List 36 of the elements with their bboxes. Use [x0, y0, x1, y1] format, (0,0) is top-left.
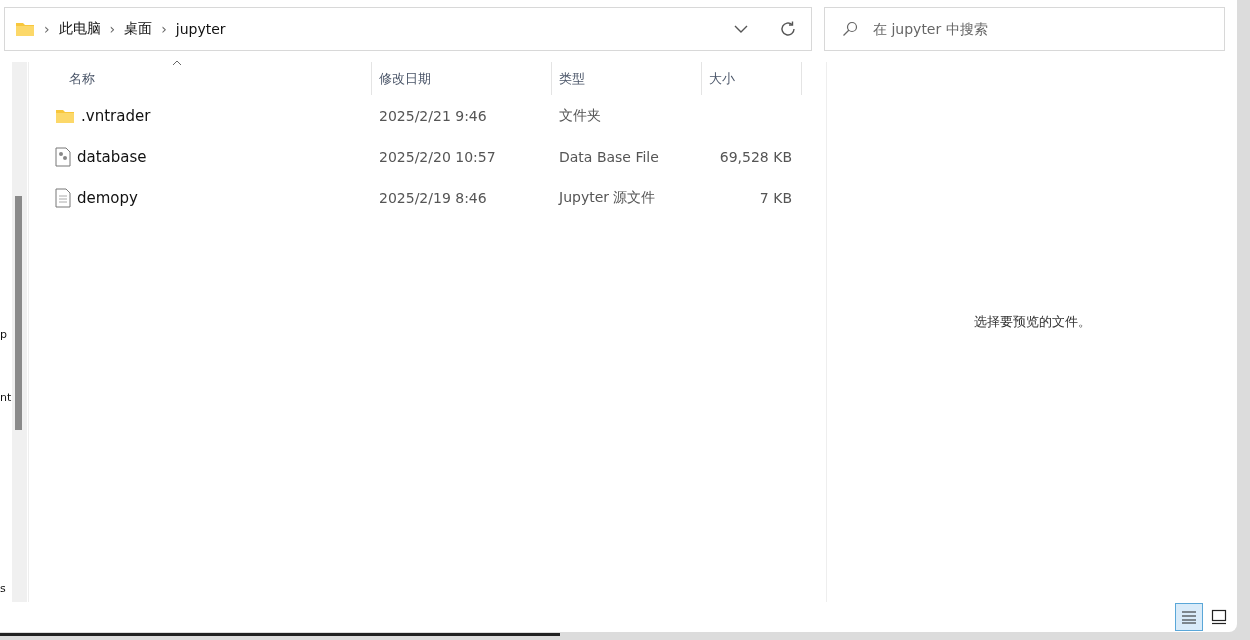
- folder-icon: [55, 107, 75, 124]
- scrollbar-thumb[interactable]: [15, 196, 22, 430]
- file-type: Jupyter 源文件: [559, 188, 656, 207]
- nav-item[interactable]: s: [0, 582, 6, 595]
- list-lines-icon: [1181, 610, 1197, 624]
- preview-message: 选择要预览的文件。: [973, 313, 1091, 331]
- file-type: Data Base File: [559, 148, 659, 165]
- breadcrumb-separator: ›: [161, 21, 167, 37]
- modified-date: 2025/2/21 9:46: [379, 107, 487, 124]
- column-header[interactable]: 名称: [29, 62, 372, 95]
- column-header[interactable]: 类型: [552, 62, 702, 95]
- search-field[interactable]: 在 jupyter 中搜索: [824, 7, 1225, 51]
- file-type: 文件夹: [559, 106, 601, 125]
- column-header[interactable]: 修改日期: [372, 62, 552, 95]
- breadcrumb[interactable]: 此电脑: [58, 20, 101, 38]
- file-name[interactable]: database: [77, 147, 147, 166]
- modified-date: 2025/2/20 10:57: [379, 148, 496, 165]
- modified-date: 2025/2/19 8:46: [379, 189, 487, 206]
- nav-item[interactable]: p: [0, 328, 7, 341]
- nav-item[interactable]: nt: [0, 391, 12, 404]
- folder-icon: [15, 21, 35, 37]
- breadcrumb[interactable]: 桌面: [124, 20, 153, 38]
- refresh-icon[interactable]: [779, 20, 797, 38]
- file-size: 7 KB: [759, 189, 792, 206]
- column-header[interactable]: 大小: [702, 62, 802, 95]
- settings-file-icon: [55, 146, 71, 167]
- breadcrumb-separator: ›: [109, 21, 116, 37]
- address-bar[interactable]: › 此电脑 › 桌面 › jupyter: [4, 7, 812, 51]
- document-icon: [55, 187, 71, 208]
- chevron-down-icon[interactable]: [734, 25, 748, 33]
- pane-icon: [1211, 609, 1227, 625]
- breadcrumb-separator: ›: [44, 21, 50, 37]
- file-size: 69,528 KB: [719, 148, 792, 165]
- breadcrumb[interactable]: jupyter: [175, 21, 226, 37]
- file-name[interactable]: demopy: [77, 188, 138, 207]
- file-name[interactable]: .vntrader: [81, 106, 151, 125]
